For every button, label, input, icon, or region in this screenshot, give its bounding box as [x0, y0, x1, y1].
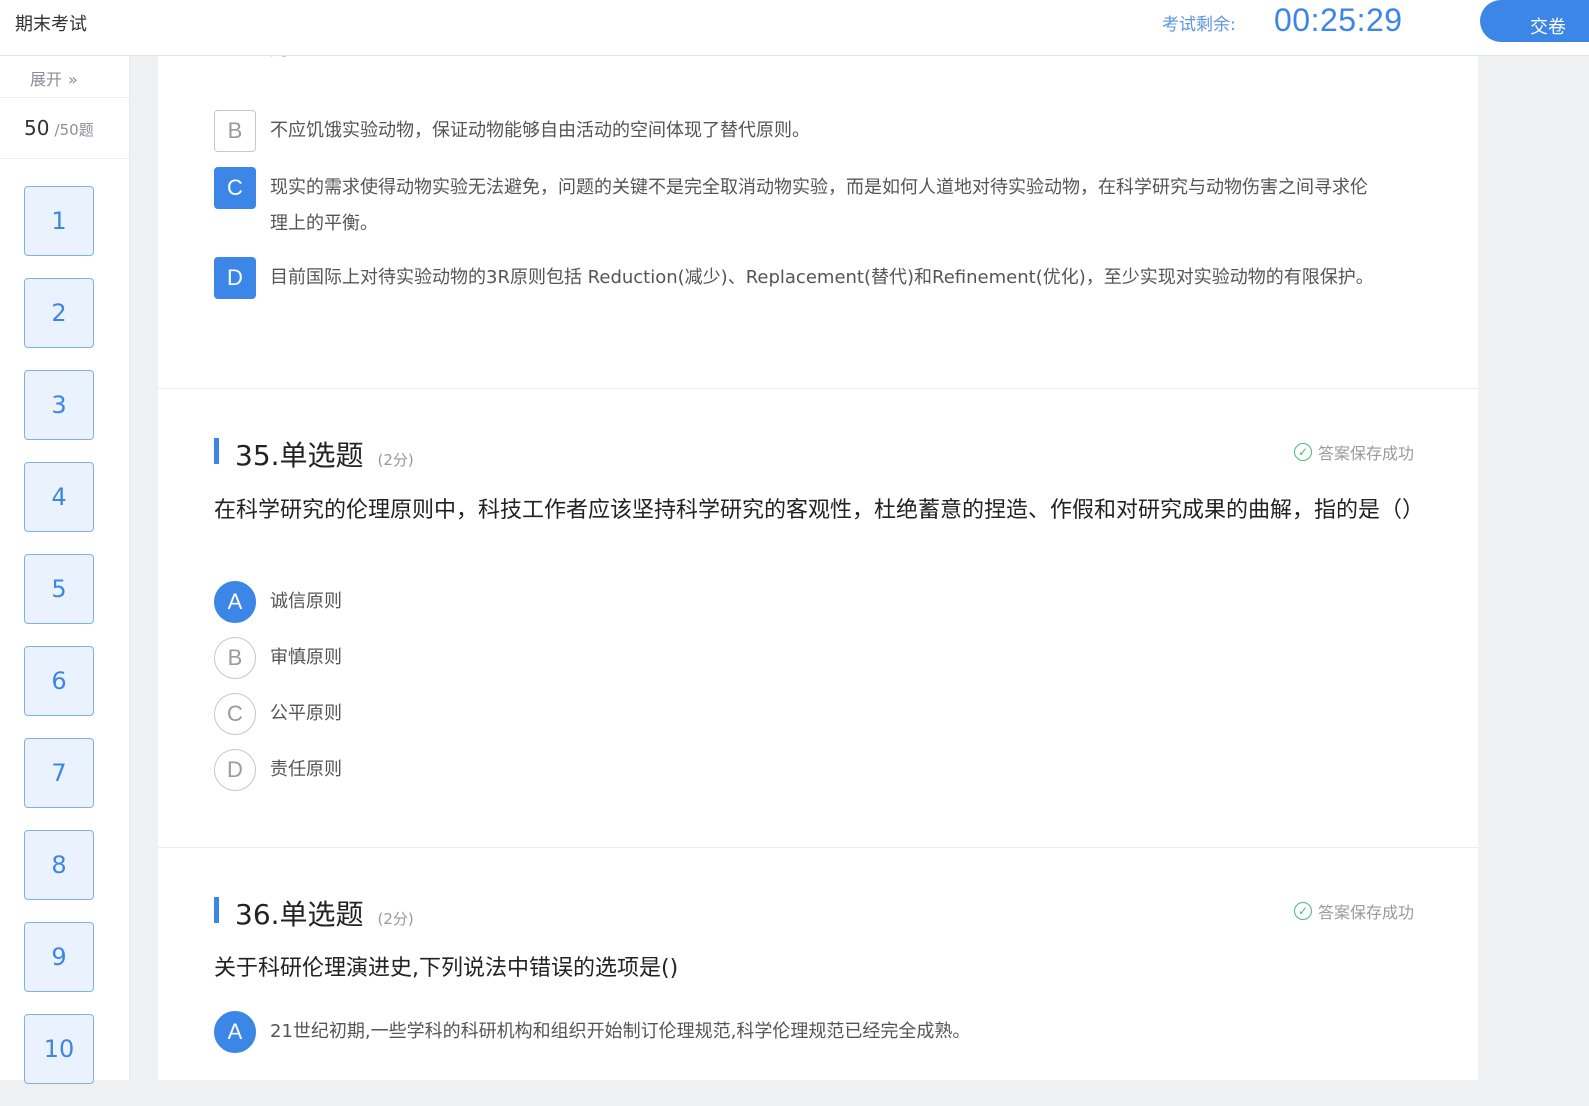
question-title: 35.单选题: [235, 439, 364, 472]
double-chevron-right-icon: »: [68, 70, 78, 89]
check-circle-icon: ✓: [1294, 902, 1312, 920]
question-nav-list: 1 2 3 4 5 6 7 8 9 10: [24, 186, 94, 1106]
question-panel: 则。 B 不应饥饿实验动物，保证动物能够自由活动的空间体现了替代原则。 C 现实…: [158, 56, 1478, 1080]
option-text: 则。: [270, 56, 1380, 68]
save-status: ✓ 答案保存成功: [1294, 440, 1414, 464]
option-badge[interactable]: D: [214, 257, 256, 299]
question-nav-item[interactable]: 3: [24, 370, 94, 440]
question-divider: [158, 847, 1478, 848]
save-status-label: 答案保存成功: [1318, 903, 1415, 922]
question-title: 36.单选题: [235, 898, 364, 931]
question-header: 36.单选题 (2分): [214, 893, 414, 933]
timer-label: 考试剩余:: [1162, 15, 1236, 35]
option-text: 现实的需求使得动物实验无法避免，问题的关键不是完全取消动物实验，而是如何人道地对…: [270, 177, 1368, 234]
option-text: 21世纪初期,一些学科的科研机构和组织开始制订伦理规范,科学伦理规范已经完全成熟…: [270, 1021, 971, 1042]
question-nav-item[interactable]: 10: [24, 1014, 94, 1084]
question-header: 35.单选题 (2分): [214, 434, 414, 474]
question-score: (2分): [377, 910, 414, 928]
save-status: ✓ 答案保存成功: [1294, 899, 1414, 923]
question-nav-item[interactable]: 9: [24, 922, 94, 992]
option-text: 目前国际上对待实验动物的3R原则包括 Reduction(减少)、Replace…: [270, 267, 1374, 288]
answered-count: 50: [24, 116, 50, 140]
option-row[interactable]: A 21世纪初期,一些学科的科研机构和组织开始制订伦理规范,科学伦理规范已经完全…: [214, 1011, 1380, 1053]
expand-label: 展开: [30, 70, 63, 89]
question-nav-item[interactable]: 7: [24, 738, 94, 808]
option-row[interactable]: B 不应饥饿实验动物，保证动物能够自由活动的空间体现了替代原则。: [214, 110, 1380, 152]
question-stem: 在科学研究的伦理原则中，科技工作者应该坚持科学研究的客观性，杜绝蓄意的捏造、作假…: [214, 498, 1425, 523]
timer-value: 00:25:29: [1274, 2, 1403, 38]
option-row[interactable]: C 现实的需求使得动物实验无法避免，问题的关键不是完全取消动物实验，而是如何人道…: [214, 167, 1380, 242]
question-nav-item[interactable]: 6: [24, 646, 94, 716]
option-text: 不应饥饿实验动物，保证动物能够自由活动的空间体现了替代原则。: [270, 120, 810, 141]
option-row[interactable]: 则。: [214, 56, 1380, 68]
option-badge[interactable]: C: [214, 167, 256, 209]
option-text: 公平原则: [270, 703, 342, 724]
question-nav-item[interactable]: 5: [24, 554, 94, 624]
check-circle-icon: ✓: [1294, 443, 1312, 461]
top-header: 期末考试 考试剩余: 00:25:29 交卷: [0, 0, 1589, 56]
option-text: 责任原则: [270, 759, 342, 780]
question-sidebar: 展开 » 50 /50题 1 2 3 4 5 6 7 8 9 10: [0, 56, 130, 1084]
question-divider: [158, 388, 1478, 389]
question-nav-item[interactable]: 1: [24, 186, 94, 256]
option-row[interactable]: A 诚信原则: [214, 581, 1380, 623]
option-row[interactable]: B 审慎原则: [214, 637, 1380, 679]
question-nav-item[interactable]: 8: [24, 830, 94, 900]
total-count: /50题: [54, 121, 94, 139]
save-status-label: 答案保存成功: [1318, 444, 1415, 463]
question-stem: 关于科研伦理演进史,下列说法中错误的选项是(): [214, 956, 679, 981]
option-text: 审慎原则: [270, 647, 342, 668]
option-badge[interactable]: B: [214, 110, 256, 152]
submit-exam-button[interactable]: 交卷: [1480, 0, 1589, 42]
option-badge[interactable]: A: [214, 1011, 256, 1053]
option-row[interactable]: C 公平原则: [214, 693, 1380, 735]
question-score: (2分): [377, 451, 414, 469]
option-row[interactable]: D 目前国际上对待实验动物的3R原则包括 Reduction(减少)、Repla…: [214, 257, 1380, 299]
option-badge[interactable]: D: [214, 749, 256, 791]
option-row[interactable]: D 责任原则: [214, 749, 1380, 791]
option-text: 诚信原则: [270, 591, 342, 612]
question-nav-item[interactable]: 4: [24, 462, 94, 532]
option-badge[interactable]: C: [214, 693, 256, 735]
exam-title: 期末考试: [15, 14, 87, 35]
expand-toggle[interactable]: 展开 »: [0, 56, 129, 98]
question-nav-item[interactable]: 2: [24, 278, 94, 348]
answer-progress: 50 /50题: [0, 98, 129, 159]
option-badge[interactable]: B: [214, 637, 256, 679]
option-badge[interactable]: A: [214, 581, 256, 623]
